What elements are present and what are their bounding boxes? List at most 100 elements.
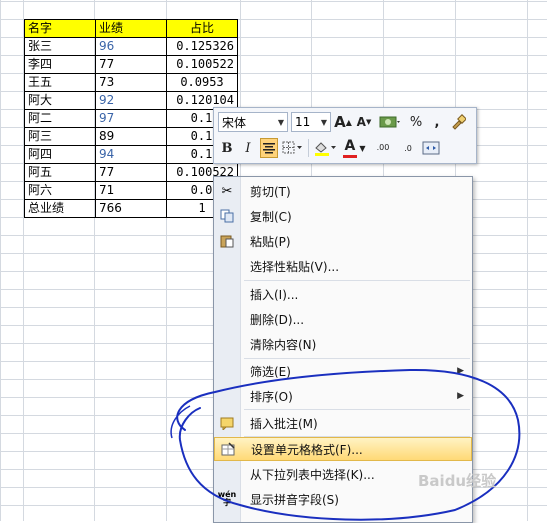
cell-score[interactable]: 92 xyxy=(95,91,167,110)
format-painter-icon xyxy=(452,114,466,130)
table-row: 阿六 71 0.0926 xyxy=(24,181,238,200)
format-painter-button[interactable] xyxy=(449,112,467,132)
font-name-combo[interactable]: 宋体 ▼ xyxy=(218,112,288,132)
submenu-arrow-icon: ▶ xyxy=(457,366,464,376)
submenu-arrow-icon: ▶ xyxy=(457,391,464,401)
copy-icon xyxy=(214,209,240,223)
font-color-button[interactable]: A ▼ xyxy=(341,138,369,158)
grow-font-icon: A xyxy=(334,113,346,131)
menu-item-insert[interactable]: 插入(I)... xyxy=(214,282,472,306)
italic-button[interactable]: I xyxy=(239,138,257,158)
bold-button[interactable]: B xyxy=(218,138,236,158)
shrink-font-icon: A xyxy=(356,115,366,129)
menu-item-label: 粘贴(P) xyxy=(250,234,291,249)
cell-name[interactable]: 阿六 xyxy=(24,181,96,200)
table-row: 阿四 94 0.1227 xyxy=(24,145,238,164)
decrease-decimal-icon: .0 xyxy=(404,143,412,153)
cell-name[interactable]: 阿三 xyxy=(24,127,96,146)
menu-item-label: 排序(O) xyxy=(250,389,293,404)
merge-center-icon xyxy=(422,141,440,155)
menu-item-label: 清除内容(N) xyxy=(250,337,317,352)
shrink-font-button[interactable]: A ▼ xyxy=(355,112,373,132)
menu-item-paste-special[interactable]: 选择性粘贴(V)... xyxy=(214,254,472,278)
decrease-decimal-button[interactable]: .0 xyxy=(397,138,419,158)
menu-item-cut[interactable]: ✂ 剪切(T) xyxy=(214,179,472,203)
accounting-format-button[interactable] xyxy=(376,112,404,132)
menu-item-label: 选择性粘贴(V)... xyxy=(250,259,340,274)
cell-name[interactable]: 总业绩 xyxy=(24,199,96,218)
menu-item-label: 插入(I)... xyxy=(250,287,299,302)
menu-item-label: 剪切(T) xyxy=(250,184,291,199)
cell-name[interactable]: 张三 xyxy=(24,37,96,56)
menu-separator xyxy=(244,280,470,281)
table-row: 总业绩 766 1 xyxy=(24,199,238,218)
borders-button[interactable] xyxy=(281,138,305,158)
header-ratio[interactable]: 占比 xyxy=(166,19,238,38)
menu-item-label: 删除(D)... xyxy=(250,312,305,327)
percent-button[interactable]: % xyxy=(407,112,425,132)
menu-item-label: 复制(C) xyxy=(250,209,292,224)
menu-item-paste[interactable]: 粘贴(P) xyxy=(214,229,472,253)
menu-item-label: 显示拼音字段(S) xyxy=(250,492,339,507)
cell-name[interactable]: 李四 xyxy=(24,55,96,74)
cell-score[interactable]: 94 xyxy=(95,145,167,164)
fill-color-button[interactable] xyxy=(312,138,338,158)
menu-item-sort[interactable]: 排序(O) ▶ xyxy=(214,384,472,408)
currency-icon xyxy=(379,116,400,128)
font-size-combo[interactable]: 11 ▼ xyxy=(291,112,331,132)
header-row: 名字 业绩 占比 xyxy=(24,19,238,38)
merge-center-button[interactable] xyxy=(422,138,440,158)
menu-item-label: 插入批注(M) xyxy=(250,416,318,431)
cell-ratio[interactable]: 0.0953 xyxy=(166,73,238,92)
table-row: 李四 77 0.100522 xyxy=(24,55,238,74)
center-align-button[interactable] xyxy=(260,138,278,158)
cell-ratio[interactable]: 0.125326 xyxy=(166,37,238,56)
cell-score[interactable]: 71 xyxy=(95,181,167,200)
menu-item-format-cells[interactable]: 设置单元格格式(F)... xyxy=(214,437,472,461)
menu-item-label: 设置单元格格式(F)... xyxy=(251,442,363,457)
header-name[interactable]: 名字 xyxy=(24,19,96,38)
cell-name[interactable]: 阿五 xyxy=(24,163,96,182)
menu-item-delete[interactable]: 删除(D)... xyxy=(214,307,472,331)
cell-score[interactable]: 96 xyxy=(95,37,167,56)
paste-icon xyxy=(214,234,240,248)
cell-name[interactable]: 王五 xyxy=(24,73,96,92)
cell-name[interactable]: 阿大 xyxy=(24,91,96,110)
align-center-icon xyxy=(263,143,275,154)
comma-button[interactable]: , xyxy=(428,112,446,132)
table-row: 阿五 77 0.100522 xyxy=(24,163,238,182)
table-row: 王五 73 0.0953 xyxy=(24,73,238,92)
cell-score[interactable]: 766 xyxy=(95,199,167,218)
cell-score[interactable]: 97 xyxy=(95,109,167,128)
cell-ratio[interactable]: 0.100522 xyxy=(166,55,238,74)
font-color-icon: A xyxy=(344,138,356,154)
chevron-down-icon: ▼ xyxy=(277,117,284,127)
table-row: 阿大 92 0.120104 xyxy=(24,91,238,110)
menu-item-label: 从下拉列表中选择(K)... xyxy=(250,467,375,482)
cell-score[interactable]: 73 xyxy=(95,73,167,92)
menu-item-clear-contents[interactable]: 清除内容(N) xyxy=(214,332,472,356)
data-table: 名字 业绩 占比 张三 96 0.125326 李四 77 0.100522 王… xyxy=(24,19,238,218)
borders-icon xyxy=(282,141,302,154)
header-score[interactable]: 业绩 xyxy=(95,19,167,38)
comment-icon xyxy=(214,416,240,430)
phonetic-icon: wén 字 xyxy=(217,490,237,507)
mini-toolbar: 宋体 ▼ 11 ▼ A ▲ A ▼ % , B I A ▼ .00 .0 xyxy=(213,107,477,164)
chevron-down-icon: ▼ xyxy=(320,117,327,127)
menu-separator xyxy=(244,409,470,410)
table-row: 阿二 97 0.1266 xyxy=(24,109,238,128)
cell-score[interactable]: 77 xyxy=(95,163,167,182)
font-size-value: 11 xyxy=(295,115,311,129)
increase-decimal-icon: .00 xyxy=(376,143,390,152)
cell-name[interactable]: 阿四 xyxy=(24,145,96,164)
cell-score[interactable]: 77 xyxy=(95,55,167,74)
menu-item-filter[interactable]: 筛选(E) ▶ xyxy=(214,359,472,383)
menu-item-copy[interactable]: 复制(C) xyxy=(214,204,472,228)
cell-score[interactable]: 89 xyxy=(95,127,167,146)
menu-item-insert-comment[interactable]: 插入批注(M) xyxy=(214,411,472,435)
scissors-icon: ✂ xyxy=(221,183,233,199)
chevron-down-icon: ▼ xyxy=(359,143,366,153)
grow-font-button[interactable]: A ▲ xyxy=(334,112,352,132)
increase-decimal-button[interactable]: .00 xyxy=(372,138,394,158)
cell-name[interactable]: 阿二 xyxy=(24,109,96,128)
